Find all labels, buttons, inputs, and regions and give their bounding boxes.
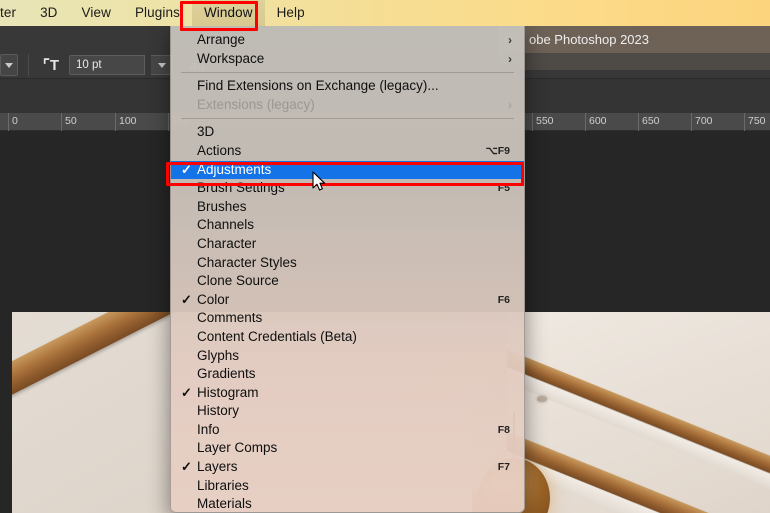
ruler-label: 50 [65,115,77,127]
document-tab-strip [498,53,770,70]
submenu-arrow-icon: › [508,51,512,66]
menu-item-label: Color [197,291,230,307]
application-menu-bar[interactable]: ter 3D View Plugins Window Help [0,0,770,26]
menu-item-shortcut: F5 [497,182,510,195]
menu-item-3d[interactable]: 3D [171,123,524,142]
menu-item-label: 3D [197,124,215,140]
menu-item-character[interactable]: Character [171,235,524,254]
menu-item-arrange[interactable]: Arrange › [171,31,524,50]
menu-item-shortcut: ⌥F9 [485,144,510,157]
menu-item-shortcut: F8 [497,423,510,436]
menubar-item-ter[interactable]: ter [0,0,28,26]
checkmark-icon: ✓ [181,384,192,400]
checkmark-icon: ✓ [181,161,192,177]
menu-item-label: Content Credentials (Beta) [197,328,357,344]
menu-item-label: Find Extensions on Exchange (legacy)... [197,78,439,94]
menu-item-materials[interactable]: Materials [171,495,524,512]
type-size-icon: ⌜T [42,57,60,74]
menu-item-layer-comps[interactable]: Layer Comps [171,439,524,458]
menu-item-comments[interactable]: Comments [171,309,524,328]
menu-item-channels[interactable]: Channels [171,216,524,235]
menu-separator [181,72,514,74]
ruler-label: 100 [119,115,137,127]
menu-item-label: History [197,403,240,419]
menu-item-label: Workspace [197,50,265,66]
menu-item-gradients[interactable]: Gradients [171,365,524,384]
photoshop-window: ⌜T 10 pt aa obe Photoshop 2023 0 50 100 … [0,0,770,513]
menu-item-label: Comments [197,310,263,326]
menu-item-shortcut: F6 [497,293,510,306]
menubar-item-plugins[interactable]: Plugins [123,0,192,26]
menu-item-label: Channels [197,217,255,233]
ruler-label: 550 [536,115,554,127]
menubar-item-3d[interactable]: 3D [28,0,69,26]
menu-item-info[interactable]: Info F8 [171,421,524,440]
options-divider [28,54,29,76]
menu-item-label: Brush Settings [197,180,285,196]
ruler-label: 650 [642,115,660,127]
menu-item-label: Gradients [197,366,256,382]
menu-item-label: Libraries [197,477,249,493]
ruler-label: 0 [12,115,18,127]
checkmark-icon: ✓ [181,459,192,475]
menu-item-label: Clone Source [197,273,279,289]
menu-item-character-styles[interactable]: Character Styles [171,254,524,273]
menu-item-color[interactable]: ✓ Color F6 [171,291,524,310]
menu-item-label: Layer Comps [197,440,278,456]
menu-item-label: Arrange [197,32,246,47]
menu-item-label: Extensions (legacy) [197,96,315,112]
menu-item-label: Character Styles [197,254,297,270]
menu-item-label: Info [197,421,220,437]
menu-item-label: Actions [197,142,242,158]
window-dropdown-menu[interactable]: Arrange › Workspace › Find Extensions on Exc… [170,26,525,513]
menubar-item-help[interactable]: Help [265,0,317,26]
menu-item-extensions-legacy: Extensions (legacy) › [171,96,524,115]
menu-item-find-extensions-on-exchange-legacy[interactable]: Find Extensions on Exchange (legacy)... [171,77,524,96]
chevron-down-icon [5,62,13,68]
menu-item-libraries[interactable]: Libraries [171,477,524,496]
menu-item-history[interactable]: History [171,402,524,421]
window-title: obe Photoshop 2023 [529,32,649,47]
menubar-item-view[interactable]: View [70,0,123,26]
menu-item-brush-settings[interactable]: Brush Settings F5 [171,179,524,198]
menubar-item-window[interactable]: Window [191,0,265,26]
menu-item-label: Glyphs [197,347,240,363]
menu-item-label: Brushes [197,198,247,214]
menu-item-adjustments[interactable]: ✓ Adjustments [171,160,524,180]
menu-item-shortcut: F7 [497,461,510,474]
submenu-arrow-icon: › [508,97,512,112]
ruler-label: 600 [589,115,607,127]
submenu-arrow-icon: › [508,33,512,47]
menu-item-label: Histogram [197,384,259,400]
menu-item-brushes[interactable]: Brushes [171,198,524,217]
menu-item-label: Layers [197,459,238,475]
menu-item-glyphs[interactable]: Glyphs [171,347,524,366]
mouse-pointer-icon [312,171,326,197]
chevron-down-icon [157,62,166,68]
document-title-bar[interactable]: obe Photoshop 2023 [498,26,770,53]
menu-item-label: Materials [197,496,252,512]
menu-item-workspace[interactable]: Workspace › [171,50,524,69]
menu-item-label: Character [197,235,257,251]
ruler-label: 700 [695,115,713,127]
font-style-dropdown[interactable] [0,54,18,76]
menu-item-content-credentials-beta[interactable]: Content Credentials (Beta) [171,328,524,347]
checkmark-icon: ✓ [181,291,192,307]
menu-item-histogram[interactable]: ✓ Histogram [171,384,524,403]
menu-item-label: Adjustments [197,161,272,177]
menu-separator [181,118,514,120]
menu-item-clone-source[interactable]: Clone Source [171,272,524,291]
font-size-input[interactable]: 10 pt [69,55,145,75]
ruler-label: 750 [748,115,766,127]
menu-item-layers[interactable]: ✓ Layers F7 [171,458,524,477]
menu-item-actions[interactable]: Actions ⌥F9 [171,142,524,161]
